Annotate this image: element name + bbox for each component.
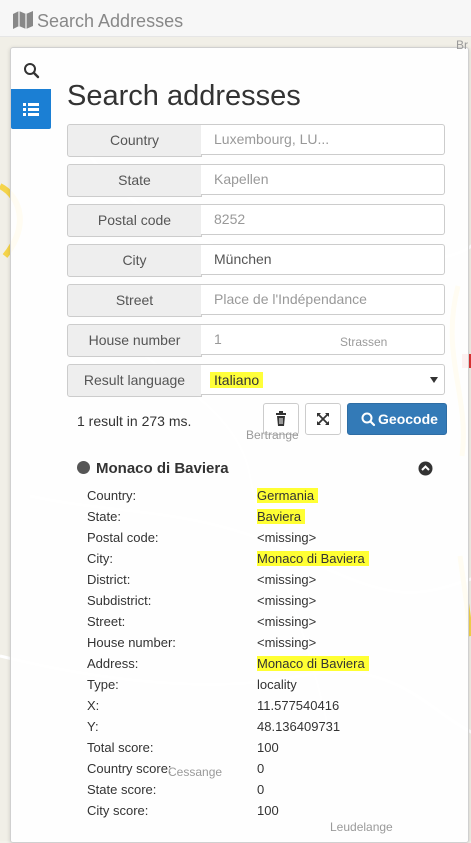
result-property-label: Subdistrict: [87, 593, 152, 608]
result-info: 1 result in 273 ms. [77, 413, 192, 429]
postal-code-input[interactable] [201, 204, 445, 235]
result-property-value: Baviera [257, 509, 306, 524]
result-property-label: House number: [87, 635, 176, 650]
map-label: Strassen [340, 335, 388, 349]
result-title: Monaco di Baviera [96, 460, 229, 477]
country-label: Country [67, 124, 202, 157]
result-property-label: City: [87, 551, 113, 566]
result-property-value: <missing> [257, 572, 317, 587]
panel-title: Search addresses [67, 80, 301, 112]
result-property-value: <missing> [257, 530, 317, 545]
result-title-row[interactable]: Monaco di Baviera [77, 460, 229, 477]
chevron-down-icon [430, 377, 438, 383]
result-property-label: Country: [87, 488, 137, 503]
result-property-value: 11.577540416 [257, 698, 340, 713]
search-panel: Search addresses Country State Postal co… [10, 47, 469, 843]
result-language-select[interactable]: Italiano [201, 364, 445, 395]
result-property-label: State: [87, 509, 121, 524]
result-property-value: Monaco di Baviera [257, 656, 369, 671]
expand-icon [317, 413, 329, 425]
street-row: Street [67, 284, 447, 317]
map-label: Leudelange [330, 820, 393, 834]
house-number-input[interactable] [201, 324, 445, 355]
result-marker-icon [77, 461, 90, 474]
country-input[interactable] [201, 124, 445, 155]
zoom-to-results-button[interactable] [305, 403, 341, 435]
result-property-label: Type: [87, 677, 119, 692]
house-number-label: House number [67, 324, 202, 357]
country-row: Country [67, 124, 447, 157]
result-property-value: Germania [257, 488, 319, 503]
postal-code-label: Postal code [67, 204, 202, 237]
result-property-label: Y: [87, 719, 99, 734]
result-language-value: Italiano [210, 372, 264, 388]
app-header: Search Addresses [0, 0, 471, 37]
result-property-label: Street: [87, 614, 126, 629]
map-label: Cessange [168, 765, 223, 779]
search-icon [361, 412, 376, 427]
search-icon [24, 63, 40, 79]
app-title: Search Addresses [37, 11, 184, 31]
result-property-value: 0 [257, 782, 265, 797]
result-property-label: Postal code: [87, 530, 159, 545]
state-row: State [67, 164, 447, 197]
result-property-label: State score: [87, 782, 157, 797]
result-language-row: Result language Italiano [67, 364, 447, 397]
geocode-label: Geocode [378, 411, 438, 427]
chevron-up-icon[interactable] [418, 461, 433, 476]
postal-code-row: Postal code [67, 204, 447, 237]
search-tab[interactable] [11, 53, 51, 89]
result-property-label: District: [87, 572, 131, 587]
result-property-value: 0 [257, 761, 265, 776]
result-property-value: 100 [257, 740, 279, 755]
result-property-label: X: [87, 698, 100, 713]
result-property-label: Address: [87, 656, 139, 671]
geocode-button[interactable]: Geocode [347, 403, 447, 435]
result-property-value: locality [257, 677, 297, 692]
state-label: State [67, 164, 202, 197]
result-property-value: 100 [257, 803, 279, 818]
result-language-label: Result language [67, 364, 202, 397]
city-row: City [67, 244, 447, 277]
map-label: Bertrange [246, 428, 299, 442]
state-input[interactable] [201, 164, 445, 195]
street-input[interactable] [201, 284, 445, 315]
result-property-value: <missing> [257, 593, 317, 608]
result-property-value: 48.136409731 [257, 719, 341, 734]
map-label: Br [456, 38, 468, 52]
result-property-value: <missing> [257, 614, 317, 629]
street-label: Street [67, 284, 202, 317]
house-number-row: House number [67, 324, 447, 357]
result-property-value: <missing> [257, 635, 317, 650]
map-icon [13, 11, 33, 29]
city-label: City [67, 244, 202, 277]
result-property-value: Monaco di Baviera [257, 551, 369, 566]
list-icon [23, 103, 39, 116]
city-input[interactable] [201, 244, 445, 275]
result-property-label: City score: [87, 803, 149, 818]
result-property-label: Country score: [87, 761, 172, 776]
result-property-label: Total score: [87, 740, 154, 755]
results-tab[interactable] [11, 89, 51, 129]
